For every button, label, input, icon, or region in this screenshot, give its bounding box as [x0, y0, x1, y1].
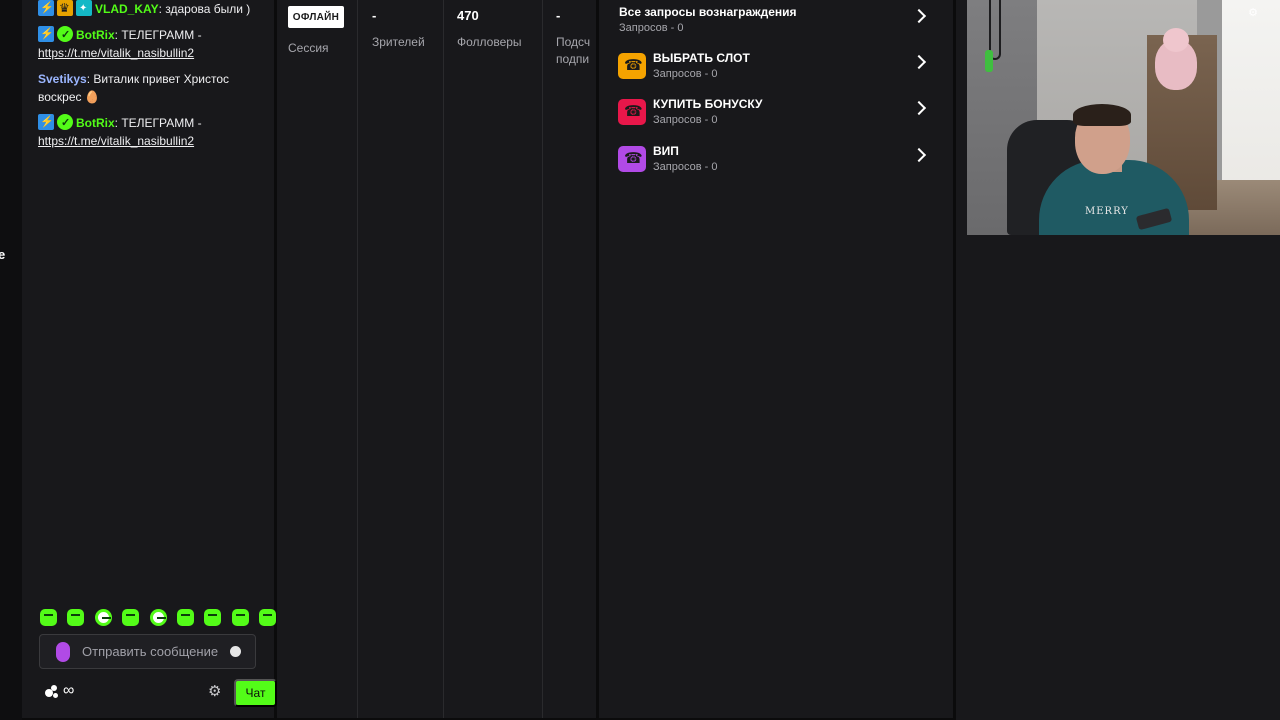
chevron-right-icon — [911, 147, 927, 163]
phone-icon — [618, 53, 646, 79]
reward-all-count: Запросов - 0 — [619, 22, 684, 34]
reward-item-count: Запросов - 0 — [653, 161, 718, 173]
reward-item-title: ВИП — [653, 144, 679, 158]
reward-item-count: Запросов - 0 — [653, 114, 718, 126]
chat-username[interactable]: BotRix — [76, 28, 115, 42]
chevron-right-icon — [911, 54, 927, 70]
reward-item-count: Запросов - 0 — [653, 68, 718, 80]
chat-message: BotRix: ТЕЛЕГРАММ - https://t.me/vitalik… — [38, 25, 266, 62]
verified-badge-icon — [57, 26, 73, 44]
left-fragment-text: е — [0, 247, 6, 262]
phone-icon — [618, 146, 646, 172]
dashboard: е VLAD_KAY: здарова были ) BotRix: ТЕЛЕГ… — [0, 0, 1280, 720]
kick-badge-icon — [38, 113, 54, 131]
emoji-picker-icon[interactable] — [230, 646, 241, 657]
chat-input-placeholder: Отправить сообщение — [82, 644, 219, 659]
chevron-right-icon — [911, 8, 927, 24]
chat-send-button[interactable]: Чат — [234, 679, 277, 707]
stat-viewers-value: - — [372, 8, 377, 23]
reward-item-choose-slot[interactable]: ВЫБРАТЬ СЛОТ Запросов - 0 — [618, 47, 936, 87]
chat-message-input[interactable]: Отправить сообщение — [39, 634, 256, 669]
chat-link[interactable]: https://t.me/vitalik_nasibullin2 — [38, 46, 194, 60]
emote-icon[interactable] — [259, 608, 276, 626]
microphone-icon[interactable] — [56, 641, 70, 662]
emote-quick-bar — [40, 606, 276, 628]
stat-viewers: - Зрителей — [358, 0, 444, 718]
stat-subscribers-value: - — [556, 8, 561, 23]
emote-icon[interactable] — [40, 608, 57, 626]
chat-message-text: : здарова были ) — [158, 2, 251, 16]
emote-icon[interactable] — [204, 608, 222, 626]
reward-item-title: КУПИТЬ БОНУСКУ — [653, 97, 763, 111]
emote-icon[interactable] — [176, 608, 194, 626]
stat-subscribers: - Подсч подпи — [543, 0, 596, 718]
reward-item-title: ВЫБРАТЬ СЛОТ — [653, 51, 750, 65]
reward-all-title: Все запросы вознаграждения — [619, 5, 797, 19]
chat-panel: VLAD_KAY: здарова были ) BotRix: ТЕЛЕГРА… — [22, 0, 277, 718]
stat-viewers-label: Зрителей — [372, 35, 425, 49]
reward-item-vip[interactable]: ВИП Запросов - 0 — [618, 140, 936, 180]
reward-item-buy-bonus[interactable]: КУПИТЬ БОНУСКУ Запросов - 0 — [618, 93, 936, 133]
reward-requests-panel: Все запросы вознаграждения Запросов - 0 … — [599, 0, 953, 718]
kick-badge-icon — [38, 0, 54, 17]
emote-icon[interactable] — [122, 608, 140, 626]
chat-message: BotRix: ТЕЛЕГРАММ - https://t.me/vitalik… — [38, 113, 266, 150]
stream-stats-panel: ОФЛАЙН Сессия - Зрителей 470 Фолловеры -… — [277, 0, 596, 718]
stat-followers-value: 470 — [457, 8, 479, 23]
chat-footer: ∞ ⚙ Чат — [42, 679, 278, 707]
webcam-preview: MERRY ⚙ — [967, 0, 1280, 235]
stat-subscribers-label-line2: подпи — [556, 52, 590, 66]
kick-badge-icon — [38, 25, 54, 43]
left-sidebar-fragment: е — [0, 0, 22, 720]
subscriber-badge-icon — [76, 0, 92, 18]
chat-message-text: : ТЕЛЕГРАММ - — [114, 28, 202, 42]
chat-message: Svetikys: Виталик привет Христос воскрес… — [38, 70, 266, 106]
chat-users-icon[interactable] — [45, 685, 63, 699]
emote-icon[interactable] — [67, 608, 85, 626]
emote-icon[interactable] — [94, 608, 112, 626]
stat-session-label: Сессия — [288, 41, 329, 55]
emote-icon[interactable] — [231, 608, 249, 626]
chat-link[interactable]: https://t.me/vitalik_nasibullin2 — [38, 134, 194, 148]
phone-icon — [618, 99, 646, 125]
stat-followers-label: Фолловеры — [457, 35, 522, 49]
reward-all-requests[interactable]: Все запросы вознаграждения Запросов - 0 — [618, 1, 936, 41]
chat-message: VLAD_KAY: здарова были ) — [38, 0, 266, 18]
shirt-print-text: MERRY — [1085, 206, 1129, 217]
webcam-settings-gear-icon[interactable]: ⚙ — [1248, 6, 1258, 19]
chevron-right-icon — [911, 100, 927, 116]
stat-subscribers-label-line1: Подсч — [556, 35, 591, 49]
verified-badge-icon — [57, 114, 73, 132]
infinity-icon[interactable]: ∞ — [63, 682, 74, 700]
crown-badge-icon — [57, 0, 73, 17]
chat-settings-gear-icon[interactable]: ⚙ — [208, 682, 221, 700]
chat-username[interactable]: Svetikys — [38, 72, 87, 86]
emote-icon[interactable] — [149, 608, 167, 626]
chat-username[interactable]: VLAD_KAY — [95, 2, 159, 16]
stat-followers: 470 Фолловеры — [444, 0, 543, 718]
chat-username[interactable]: BotRix — [76, 116, 115, 130]
stat-session: ОФЛАЙН Сессия — [277, 0, 358, 718]
offline-status-badge: ОФЛАЙН — [288, 6, 344, 28]
chat-message-text: : ТЕЛЕГРАММ - — [114, 116, 202, 130]
